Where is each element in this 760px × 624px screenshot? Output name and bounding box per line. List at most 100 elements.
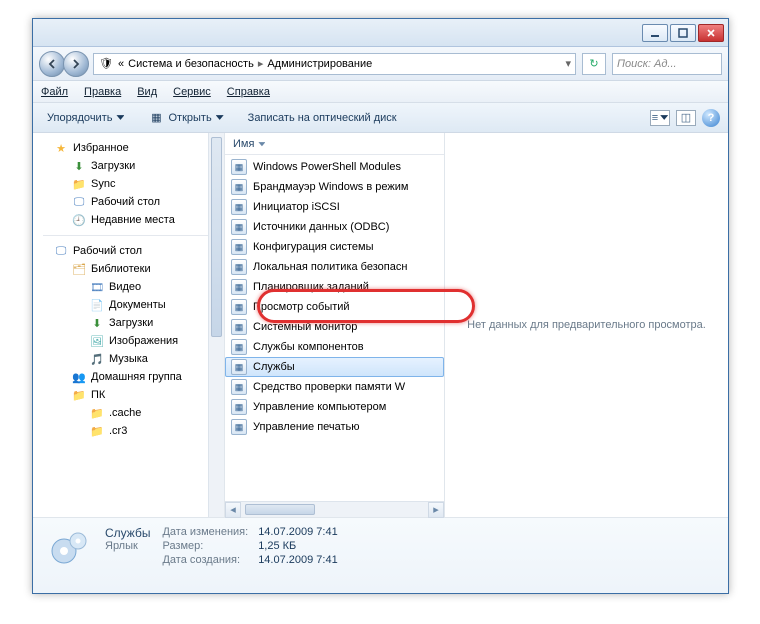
tree-documents[interactable]: 📄Документы: [33, 296, 224, 314]
menu-view[interactable]: Вид: [137, 86, 157, 98]
desktop-icon: 🖵: [53, 244, 69, 258]
chevron-down-icon: [216, 114, 224, 122]
shield-icon: 🛡: [98, 57, 114, 71]
shortcut-icon: ▦: [231, 399, 247, 415]
tree-desktop-root[interactable]: 🖵Рабочий стол: [33, 242, 224, 260]
menu-tools[interactable]: Сервис: [173, 86, 211, 98]
refresh-button[interactable]: ↻: [582, 53, 606, 75]
details-title: Службы: [105, 526, 150, 540]
address-bar[interactable]: 🛡 « Система и безопасность ▸ Администрир…: [93, 53, 576, 75]
minimize-button[interactable]: [642, 24, 668, 42]
music-icon: 🎵: [89, 352, 105, 366]
open-icon: ▦: [148, 111, 164, 125]
tree-libraries[interactable]: 🗂Библиотеки: [33, 260, 224, 278]
list-item[interactable]: ▦Управление печатью: [225, 417, 444, 437]
scroll-thumb[interactable]: [211, 137, 222, 337]
shortcut-icon: ▦: [231, 379, 247, 395]
folder-icon: 📁: [89, 406, 105, 420]
shortcut-icon: ▦: [231, 159, 247, 175]
menu-file[interactable]: Файл: [41, 86, 68, 98]
tree-favorites[interactable]: ★Избранное: [33, 139, 224, 157]
folder-icon: 📁: [71, 177, 87, 191]
content-body: ★Избранное ⬇Загрузки 📁Sync 🖵Рабочий стол…: [33, 133, 728, 517]
list-item-selected[interactable]: ▦Службы: [225, 357, 444, 377]
file-list-pane: Имя ▦Windows PowerShell Modules ▦Брандма…: [225, 133, 445, 517]
scroll-left-button[interactable]: ◂: [225, 502, 241, 518]
preview-pane: Нет данных для предварительного просмотр…: [445, 133, 728, 517]
tree-homegroup[interactable]: 👥Домашняя группа: [33, 368, 224, 386]
shortcut-icon: ▦: [231, 299, 247, 315]
explorer-window: 🛡 « Система и безопасность ▸ Администрир…: [32, 18, 729, 594]
forward-button[interactable]: [63, 51, 89, 77]
open-button[interactable]: ▦Открыть: [142, 108, 229, 128]
tree-desktop[interactable]: 🖵Рабочий стол: [33, 193, 224, 211]
tree-music[interactable]: 🎵Музыка: [33, 350, 224, 368]
search-input[interactable]: Поиск: Ад...: [612, 53, 722, 75]
close-button[interactable]: [698, 24, 724, 42]
help-button[interactable]: ?: [702, 109, 720, 127]
tree-images[interactable]: 🖼Изображения: [33, 332, 224, 350]
tree-sync[interactable]: 📁Sync: [33, 175, 224, 193]
column-header-name[interactable]: Имя: [225, 133, 444, 155]
search-placeholder: Поиск: Ад...: [617, 58, 677, 70]
homegroup-icon: 👥: [71, 370, 87, 384]
tree-pc[interactable]: 📁ПК: [33, 386, 224, 404]
recent-icon: 🕘: [71, 213, 87, 227]
tree-downloads2[interactable]: ⬇Загрузки: [33, 314, 224, 332]
folder-icon: 📁: [89, 424, 105, 438]
tree-video[interactable]: 🎞Видео: [33, 278, 224, 296]
list-item[interactable]: ▦Управление компьютером: [225, 397, 444, 417]
back-button[interactable]: [39, 51, 65, 77]
video-icon: 🎞: [89, 280, 105, 294]
titlebar[interactable]: [33, 19, 728, 47]
list-item[interactable]: ▦Конфигурация системы: [225, 237, 444, 257]
list-item[interactable]: ▦Планировщик заданий: [225, 277, 444, 297]
menu-edit[interactable]: Правка: [84, 86, 121, 98]
list-item[interactable]: ▦Windows PowerShell Modules: [225, 157, 444, 177]
services-icon: [45, 526, 93, 574]
list-item[interactable]: ▦Службы компонентов: [225, 337, 444, 357]
view-mode-button[interactable]: ≡: [650, 110, 670, 126]
breadcrumb-item[interactable]: Система и безопасность: [128, 58, 254, 70]
images-icon: 🖼: [89, 334, 105, 348]
chevron-right-icon: ▸: [258, 57, 264, 70]
list-item[interactable]: ▦Источники данных (ODBC): [225, 217, 444, 237]
tree-cache[interactable]: 📁.cache: [33, 404, 224, 422]
details-pane: Службы Ярлык Дата изменения:14.07.2009 7…: [33, 517, 728, 593]
chevron-down-icon[interactable]: ▾: [565, 57, 571, 70]
sidebar-scrollbar[interactable]: [208, 133, 224, 517]
list-item[interactable]: ▦Просмотр событий: [225, 297, 444, 317]
details-properties: Дата изменения:14.07.2009 7:41 Размер:1,…: [162, 526, 357, 566]
folder-icon: 📁: [71, 388, 87, 402]
breadcrumb-item[interactable]: Администрирование: [267, 58, 372, 70]
shortcut-icon: ▦: [231, 259, 247, 275]
desktop-icon: 🖵: [71, 195, 87, 209]
tree-cr3[interactable]: 📁.cr3: [33, 422, 224, 440]
main-area: Имя ▦Windows PowerShell Modules ▦Брандма…: [225, 133, 728, 517]
burn-button[interactable]: Записать на оптический диск: [242, 109, 403, 127]
shortcut-icon: ▦: [231, 339, 247, 355]
download-icon: ⬇: [89, 316, 105, 330]
horizontal-scrollbar[interactable]: ◂ ▸: [225, 501, 444, 517]
nav-tree: ★Избранное ⬇Загрузки 📁Sync 🖵Рабочий стол…: [33, 133, 225, 517]
menu-help[interactable]: Справка: [227, 86, 270, 98]
preview-pane-button[interactable]: ◫: [676, 110, 696, 126]
menubar: Файл Правка Вид Сервис Справка: [33, 81, 728, 103]
shortcut-icon: ▦: [231, 199, 247, 215]
list-item[interactable]: ▦Инициатор iSCSI: [225, 197, 444, 217]
tree-recent[interactable]: 🕘Недавние места: [33, 211, 224, 229]
chevron-down-icon: [660, 114, 668, 122]
tree-downloads[interactable]: ⬇Загрузки: [33, 157, 224, 175]
list-item[interactable]: ▦Брандмауэр Windows в режим: [225, 177, 444, 197]
scroll-right-button[interactable]: ▸: [428, 502, 444, 518]
scroll-thumb[interactable]: [245, 504, 315, 515]
star-icon: ★: [53, 141, 69, 155]
list-item[interactable]: ▦Системный монитор: [225, 317, 444, 337]
maximize-button[interactable]: [670, 24, 696, 42]
organize-button[interactable]: Упорядочить: [41, 109, 130, 127]
shortcut-icon: ▦: [231, 239, 247, 255]
document-icon: 📄: [89, 298, 105, 312]
chevron-down-icon: [116, 114, 124, 122]
list-item[interactable]: ▦Средство проверки памяти W: [225, 377, 444, 397]
list-item[interactable]: ▦Локальная политика безопасн: [225, 257, 444, 277]
